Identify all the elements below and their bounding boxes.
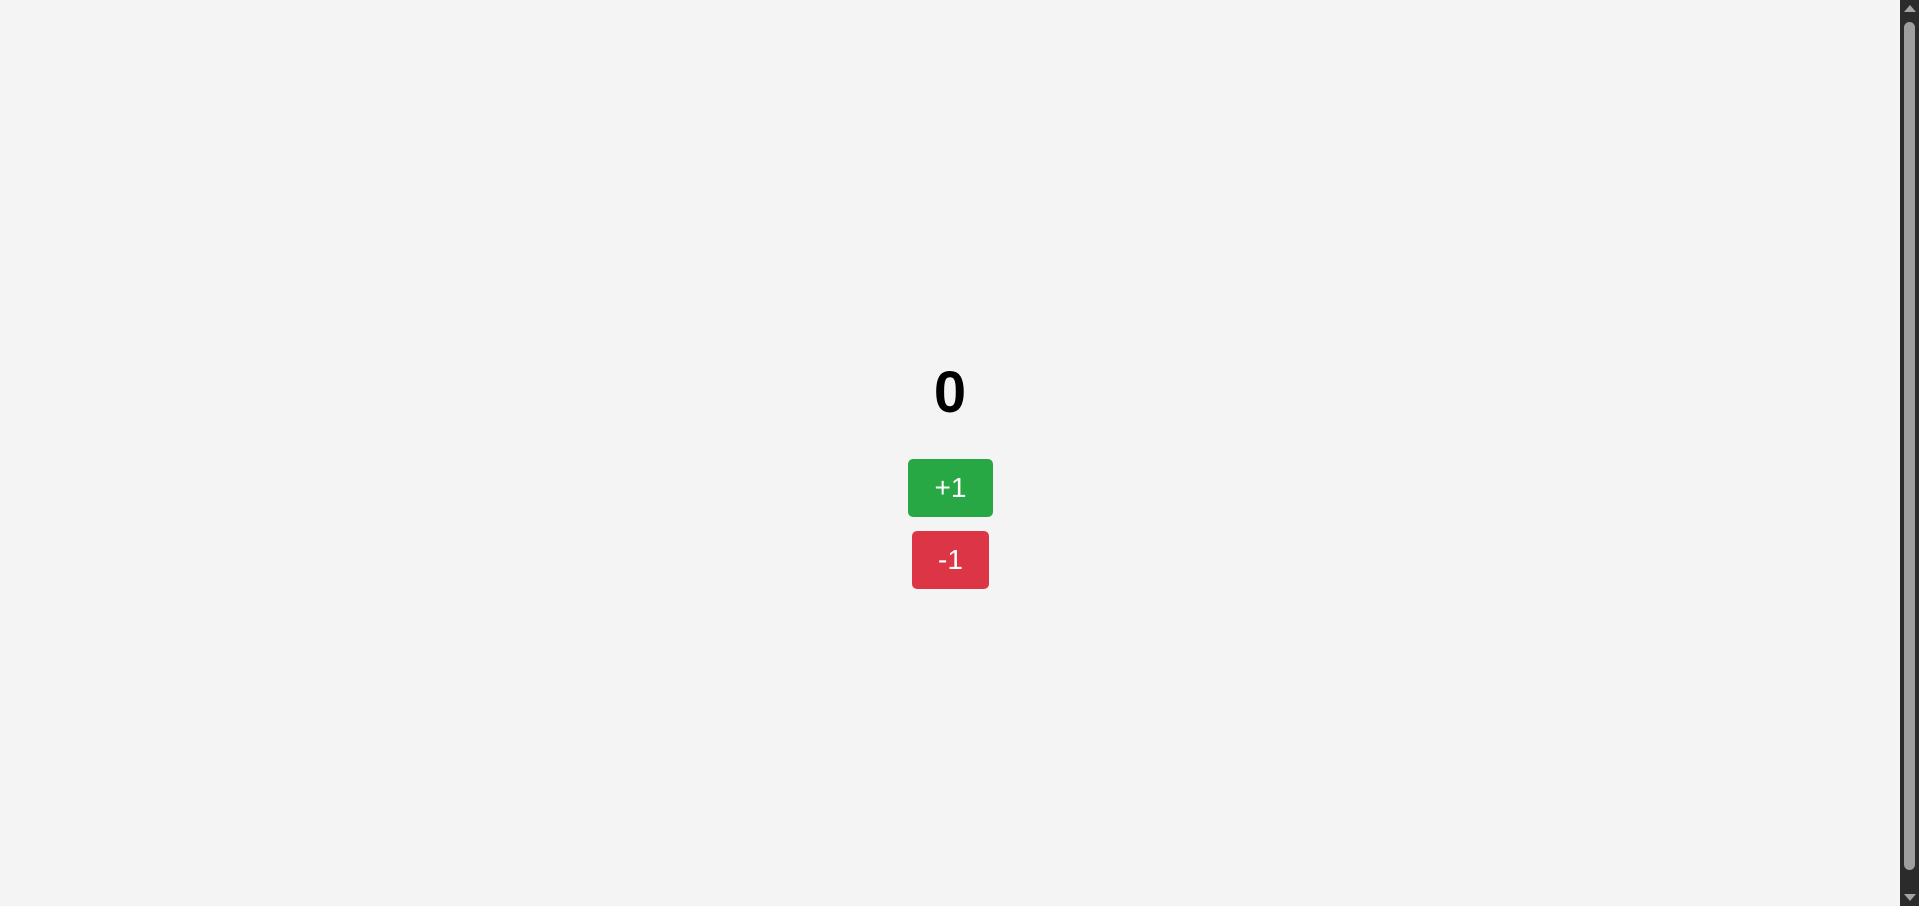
increment-button[interactable]: +1 xyxy=(908,459,993,517)
scroll-down-arrow-icon[interactable] xyxy=(1904,894,1916,901)
scroll-up-arrow-icon[interactable] xyxy=(1904,5,1916,12)
decrement-button[interactable]: -1 xyxy=(912,531,989,589)
counter-app: 0 +1 -1 xyxy=(0,0,1900,906)
vertical-scrollbar[interactable] xyxy=(1900,0,1919,906)
page-viewport: 0 +1 -1 xyxy=(0,0,1900,906)
scrollbar-thumb[interactable] xyxy=(1904,22,1915,870)
counter-value: 0 xyxy=(933,360,967,425)
